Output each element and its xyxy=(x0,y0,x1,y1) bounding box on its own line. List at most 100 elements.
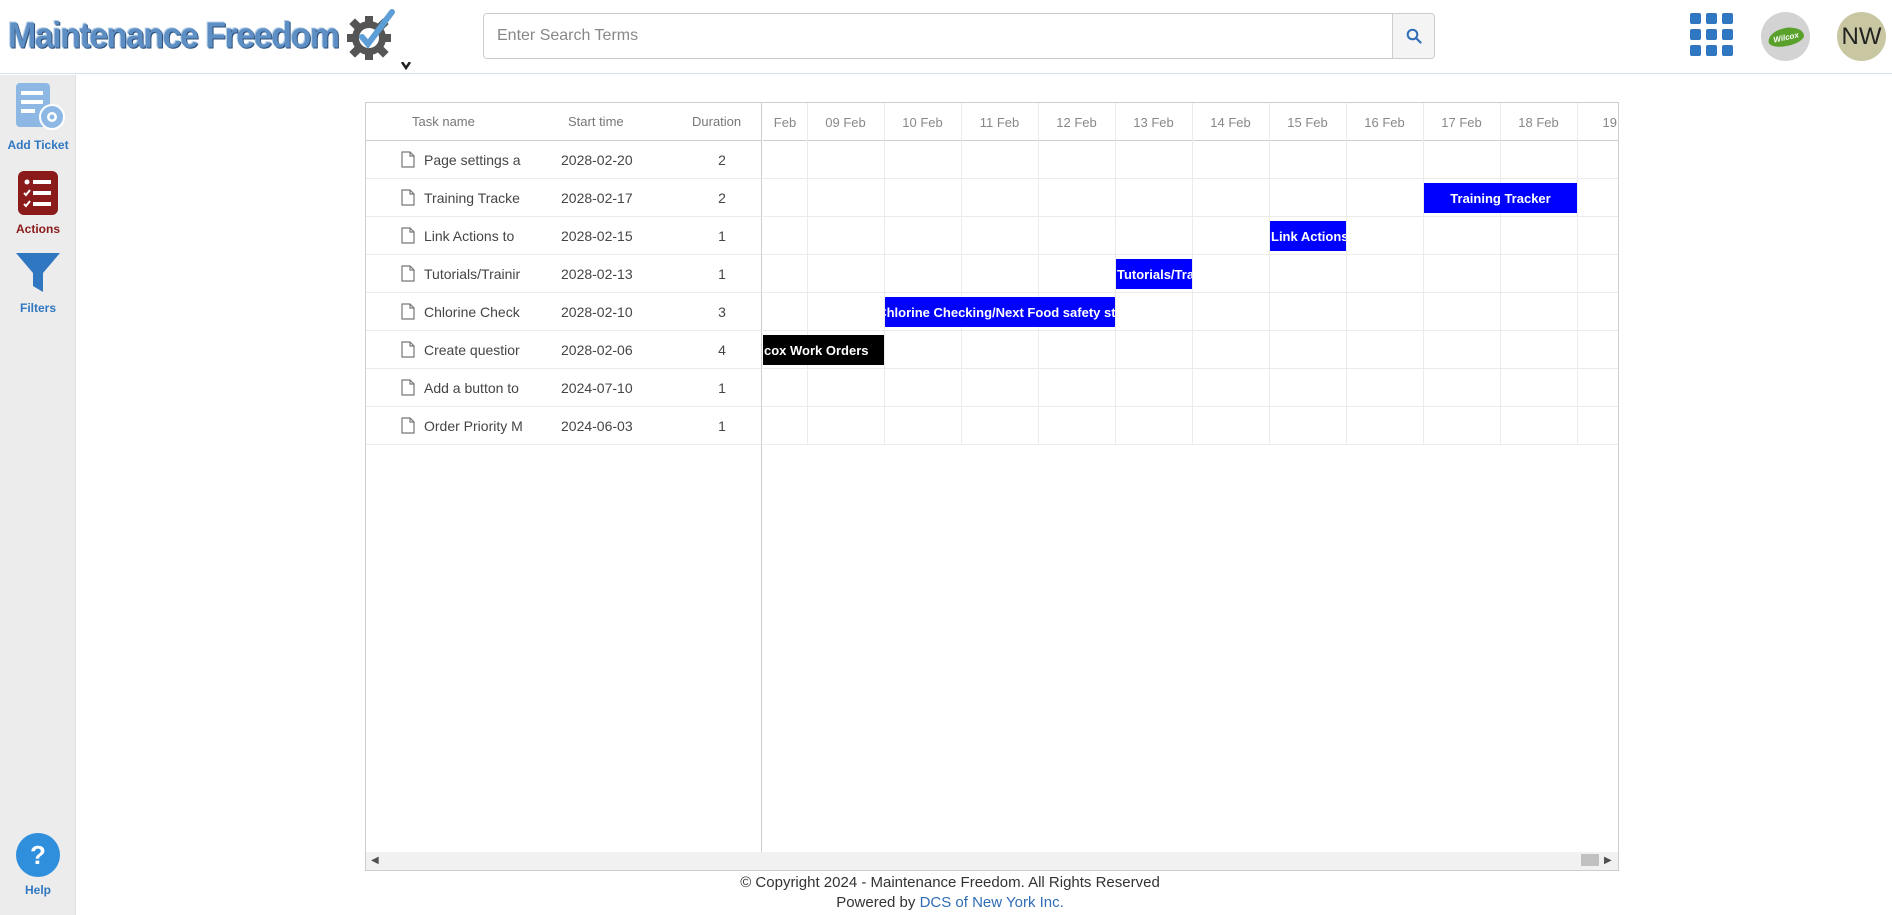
task-start-cell: 2028-02-20 xyxy=(561,152,633,168)
document-icon xyxy=(401,417,415,434)
timeline-date-label: 09 Feb xyxy=(825,115,865,130)
table-row[interactable]: Training Tracke 2028-02-17 2 xyxy=(366,179,761,217)
apps-grid-icon[interactable] xyxy=(1690,13,1734,57)
table-row[interactable]: Link Actions to 2028-02-15 1 xyxy=(366,217,761,255)
gantt-chart: Task name Start time Duration Page setti… xyxy=(365,102,1619,871)
powered-by-line: Powered by DCS of New York Inc. xyxy=(0,894,1892,911)
task-name-cell: Chlorine Check xyxy=(424,304,520,320)
logo-text: Maintenance Freedom xyxy=(8,15,340,56)
search-bar xyxy=(483,13,1435,59)
document-icon xyxy=(401,151,415,168)
document-icon xyxy=(401,341,415,358)
task-duration-cell: 3 xyxy=(718,304,726,320)
gear-check-icon xyxy=(347,9,396,60)
task-start-cell: 2024-06-03 xyxy=(561,418,633,434)
page-title-fragment xyxy=(398,62,428,76)
svg-text:?: ? xyxy=(30,840,46,870)
document-icon xyxy=(401,189,415,206)
timeline-date-label: 10 Feb xyxy=(902,115,942,130)
scroll-right-arrow-icon[interactable]: ▶ xyxy=(1604,855,1612,866)
task-name-cell: Add a button to xyxy=(424,380,519,396)
dcs-link[interactable]: DCS of New York Inc. xyxy=(920,894,1064,911)
table-row[interactable]: Add a button to 2024-07-10 1 xyxy=(366,369,761,407)
column-header-duration[interactable]: Duration xyxy=(692,114,741,129)
title-glyph-fragment xyxy=(400,62,412,71)
timeline-date-label: 14 Feb xyxy=(1210,115,1250,130)
column-header-start-time[interactable]: Start time xyxy=(568,114,624,129)
left-sidebar: Add Ticket Actions Filters ? Help xyxy=(0,75,76,915)
task-name-cell: Create questior xyxy=(424,342,520,358)
horizontal-scrollbar[interactable]: ◀ ▶ xyxy=(366,852,1618,870)
task-duration-cell: 1 xyxy=(718,266,726,282)
document-icon xyxy=(401,303,415,320)
task-duration-cell: 4 xyxy=(718,342,726,358)
user-avatar[interactable]: NW xyxy=(1837,12,1886,61)
timeline-date-label: 13 Feb xyxy=(1133,115,1173,130)
task-grid: Page settings a 2028-02-20 2 Training Track… xyxy=(366,141,762,854)
filter-icon xyxy=(16,253,60,292)
app-logo[interactable]: Maintenance Freedom xyxy=(8,8,398,64)
sidebar-item-label: Filters xyxy=(19,301,56,315)
timeline-date-label: 18 Feb xyxy=(1518,115,1558,130)
task-name-cell: Order Priority M xyxy=(424,418,522,434)
timeline-date-label: 19 F xyxy=(1602,115,1618,130)
task-name-cell: Page settings a xyxy=(424,152,521,168)
task-name-cell: Training Tracke xyxy=(424,190,520,206)
timeline-date-label: 15 Feb xyxy=(1287,115,1327,130)
sidebar-item-label: Add Ticket xyxy=(7,138,69,152)
task-start-cell: 2028-02-10 xyxy=(561,304,633,320)
gantt-bar-label: Tutorials/Trai xyxy=(1117,267,1198,282)
top-header: Maintenance Freedom Enter Search Terms W… xyxy=(0,0,1892,74)
organization-avatar[interactable]: Wilcox xyxy=(1761,12,1810,61)
task-name-cell: Tutorials/Trainir xyxy=(424,266,521,282)
task-grid-header: Task name Start time Duration xyxy=(366,103,762,141)
gantt-bar-label: Link Actions xyxy=(1271,229,1349,244)
timeline-date-label: 12 Feb xyxy=(1056,115,1096,130)
column-header-task-name[interactable]: Task name xyxy=(412,114,475,129)
document-icon xyxy=(401,227,415,244)
copyright-text: © Copyright 2024 - Maintenance Freedom. … xyxy=(740,874,1160,891)
actions-list-icon xyxy=(18,171,58,215)
timeline-date-label: 11 Feb xyxy=(980,115,1020,130)
search-input[interactable] xyxy=(484,14,1392,58)
gantt-bar-label: cox Work Orders xyxy=(764,343,869,358)
organization-logo: Wilcox xyxy=(1766,23,1805,50)
task-duration-cell: 1 xyxy=(718,380,726,396)
task-duration-cell: 1 xyxy=(718,228,726,244)
table-row[interactable]: Tutorials/Trainir 2028-02-13 1 xyxy=(366,255,761,293)
table-row[interactable]: Create questior 2028-02-06 4 xyxy=(366,331,761,369)
task-start-cell: 2028-02-15 xyxy=(561,228,633,244)
sidebar-item-add-ticket[interactable]: Add Ticket xyxy=(0,81,76,152)
timeline-date-label: Feb xyxy=(774,115,796,130)
timeline-svg: Feb 09 Feb 10 Feb 11 Feb 12 Feb 13 Feb 14 Feb 1… xyxy=(763,103,1618,445)
task-start-cell: 2028-02-17 xyxy=(561,190,633,206)
search-button[interactable] xyxy=(1392,14,1434,58)
task-start-cell: 2024-07-10 xyxy=(561,380,633,396)
sidebar-item-actions[interactable]: Actions xyxy=(0,169,76,236)
task-duration-cell: 2 xyxy=(718,190,726,206)
scrollbar-thumb[interactable] xyxy=(1581,854,1599,866)
help-icon: ? xyxy=(16,833,60,877)
task-start-cell: 2028-02-06 xyxy=(561,342,633,358)
search-icon xyxy=(1406,28,1422,44)
page-footer: © Copyright 2024 - Maintenance Freedom. … xyxy=(0,874,1892,911)
table-row[interactable]: Order Priority M 2024-06-03 1 xyxy=(366,407,761,445)
task-name-cell: Link Actions to xyxy=(424,228,515,244)
sidebar-item-label: Actions xyxy=(15,222,60,236)
add-ticket-icon xyxy=(16,83,65,130)
document-icon xyxy=(401,265,415,282)
scroll-left-arrow-icon[interactable]: ◀ xyxy=(371,855,379,866)
powered-by-text: Powered by xyxy=(836,894,920,911)
gantt-bar-label: Training Tracker xyxy=(1450,191,1550,206)
task-duration-cell: 2 xyxy=(718,152,726,168)
timeline-date-label: 17 Feb xyxy=(1441,115,1481,130)
timeline-date-label: 16 Feb xyxy=(1364,115,1404,130)
document-icon xyxy=(401,379,415,396)
table-row[interactable]: Chlorine Check 2028-02-10 3 xyxy=(366,293,761,331)
task-duration-cell: 1 xyxy=(718,418,726,434)
timeline-area: Feb 09 Feb 10 Feb 11 Feb 12 Feb 13 Feb 14 Feb 1… xyxy=(763,103,1618,854)
table-row[interactable]: Page settings a 2028-02-20 2 xyxy=(366,141,761,179)
sidebar-item-filters[interactable]: Filters xyxy=(0,250,76,315)
gantt-bar-label: Chlorine Checking/Next Food safety ste xyxy=(877,305,1123,320)
task-start-cell: 2028-02-13 xyxy=(561,266,633,282)
